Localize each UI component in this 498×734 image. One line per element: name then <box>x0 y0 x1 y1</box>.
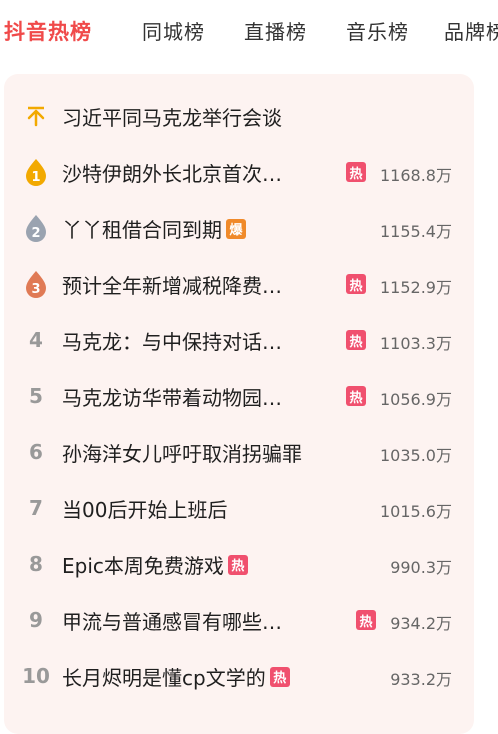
item-title: Epic本周免费游戏 热 <box>62 550 248 579</box>
medal-rank-3: 3 <box>31 282 40 297</box>
item-title-text: Epic本周免费游戏 <box>62 554 224 578</box>
heat-value: 1155.4万 <box>380 222 452 241</box>
item-title: 马克龙：与中保持对话… <box>62 330 282 354</box>
rank-number: 9 <box>29 608 43 632</box>
gold-medal-icon: 1 <box>20 144 52 200</box>
hot-badge: 热 <box>356 610 376 630</box>
rank-number: 5 <box>29 384 43 408</box>
medal-rank-2: 2 <box>31 226 40 241</box>
hot-badge: 热 <box>346 274 366 294</box>
pinned-title: 习近平同马克龙举行会谈 <box>62 106 282 130</box>
list-item[interactable]: 5 马克龙访华带着动物园… 热 1056.9万 <box>4 368 474 424</box>
item-title: 丫丫租借合同到期 爆 <box>62 214 246 243</box>
heat-value: 1035.0万 <box>380 446 452 465</box>
list-item[interactable]: 6 孙海洋女儿呼吁取消拐骗罪 1035.0万 <box>4 424 474 480</box>
item-title: 孙海洋女儿呼吁取消拐骗罪 <box>62 442 302 466</box>
heat-value: 1015.6万 <box>380 502 452 521</box>
item-title-text: 丫丫租借合同到期 <box>62 218 222 242</box>
pinned-row[interactable]: 习近平同马克龙举行会谈 <box>4 88 474 144</box>
heat-value: 933.2万 <box>390 670 452 689</box>
heat-value: 1056.9万 <box>380 390 452 409</box>
list-item[interactable]: 8 Epic本周免费游戏 热 990.3万 <box>4 536 474 592</box>
tab-live[interactable]: 直播榜 <box>244 16 307 45</box>
list-item[interactable]: 3 预计全年新增减税降费… 热 1152.9万 <box>4 256 474 312</box>
item-title: 长月烬明是懂cp文学的 热 <box>62 662 290 691</box>
item-title-text: 长月烬明是懂cp文学的 <box>62 666 266 690</box>
ranking-tabs: 抖音热榜 同城榜 直播榜 音乐榜 品牌榜 <box>0 0 498 70</box>
list-item[interactable]: 7 当00后开始上班后 1015.6万 <box>4 480 474 536</box>
hot-badge: 热 <box>346 386 366 406</box>
heat-value: 1152.9万 <box>380 278 452 297</box>
bronze-medal-icon: 3 <box>20 256 52 312</box>
item-title: 甲流与普通感冒有哪些… <box>62 610 282 634</box>
tab-city[interactable]: 同城榜 <box>142 16 205 45</box>
item-title: 沙特伊朗外长北京首次… <box>62 162 282 186</box>
hot-badge: 热 <box>269 666 290 687</box>
heat-value: 1103.3万 <box>380 334 452 353</box>
medal-rank-1: 1 <box>31 170 40 185</box>
tab-brand[interactable]: 品牌榜 <box>444 16 498 45</box>
list-item[interactable]: 4 马克龙：与中保持对话… 热 1103.3万 <box>4 312 474 368</box>
item-title: 预计全年新增减税降费… <box>62 274 282 298</box>
hot-badge: 热 <box>346 330 366 350</box>
rank-number: 6 <box>29 440 43 464</box>
list-item[interactable]: 1 沙特伊朗外长北京首次… 热 1168.8万 <box>4 144 474 200</box>
list-item[interactable]: 2 丫丫租借合同到期 爆 1155.4万 <box>4 200 474 256</box>
list-item[interactable]: 10 长月烬明是懂cp文学的 热 933.2万 <box>4 648 474 704</box>
silver-medal-icon: 2 <box>20 200 52 256</box>
tab-music[interactable]: 音乐榜 <box>346 16 409 45</box>
rank-number: 8 <box>29 552 43 576</box>
rank-number: 7 <box>29 496 43 520</box>
rank-number: 4 <box>29 328 43 352</box>
heat-value: 1168.8万 <box>380 166 452 185</box>
pin-top-icon <box>20 88 52 144</box>
boom-badge: 爆 <box>226 218 246 239</box>
list-item[interactable]: 9 甲流与普通感冒有哪些… 热 934.2万 <box>4 592 474 648</box>
heat-value: 934.2万 <box>390 614 452 633</box>
rank-number: 10 <box>22 664 50 688</box>
heat-value: 990.3万 <box>390 558 452 577</box>
hot-badge: 热 <box>346 162 366 182</box>
tab-douyin-hot[interactable]: 抖音热榜 <box>4 16 92 46</box>
item-title: 马克龙访华带着动物园… <box>62 386 282 410</box>
item-title: 当00后开始上班后 <box>62 498 228 522</box>
hot-list-panel: 习近平同马克龙举行会谈 1 沙特伊朗外长北京首次… 热 1168.8万 2 丫丫… <box>4 74 474 734</box>
hot-badge: 热 <box>227 554 248 575</box>
